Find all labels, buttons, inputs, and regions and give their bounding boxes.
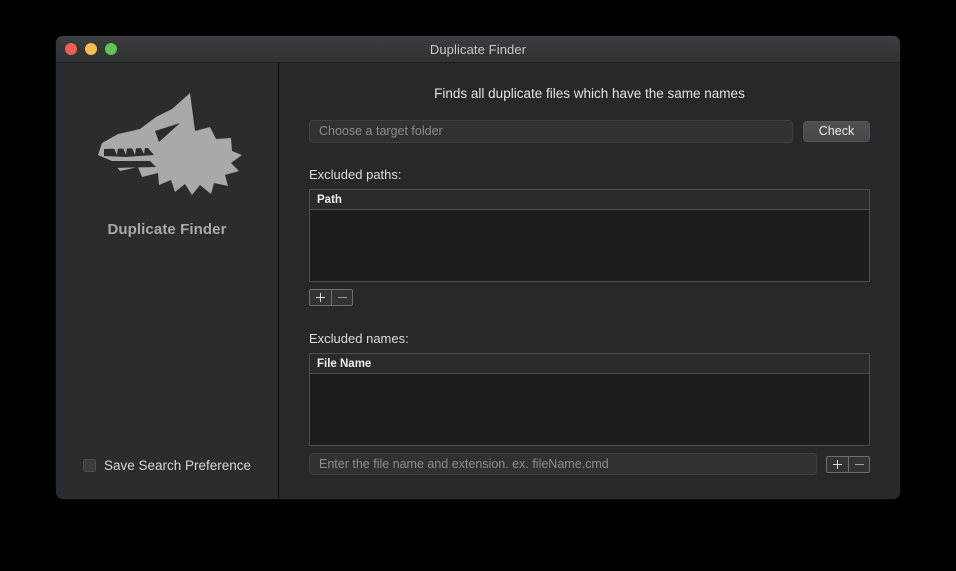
save-search-preference-checkbox[interactable] <box>83 459 96 472</box>
excluded-paths-label: Excluded paths: <box>309 167 870 182</box>
excluded-names-table-header: File Name <box>310 354 869 374</box>
wolf-head-icon <box>92 91 242 203</box>
maximize-window-button[interactable] <box>105 43 117 55</box>
app-logo <box>87 87 247 207</box>
excluded-name-entry-row <box>309 453 870 475</box>
excluded-paths-actions <box>309 289 870 307</box>
app-name-label: Duplicate Finder <box>107 221 226 238</box>
target-folder-row: Check <box>309 120 870 143</box>
main-panel: Finds all duplicate files which have the… <box>279 63 900 499</box>
plus-icon <box>833 460 842 469</box>
headline-text: Finds all duplicate files which have the… <box>309 86 870 101</box>
remove-excluded-name-button[interactable] <box>848 457 869 472</box>
excluded-name-input[interactable] <box>309 453 817 475</box>
close-window-button[interactable] <box>65 43 77 55</box>
excluded-paths-table-body[interactable] <box>310 210 869 281</box>
minimize-window-button[interactable] <box>85 43 97 55</box>
window-titlebar: Duplicate Finder <box>56 36 900 63</box>
sidebar: Duplicate Finder Save Search Preference <box>56 63 279 499</box>
plus-icon <box>316 293 325 302</box>
excluded-names-table[interactable]: File Name <box>309 353 870 446</box>
check-button[interactable]: Check <box>803 121 870 142</box>
minus-icon <box>855 460 864 469</box>
desktop-background: Duplicate Finder <box>0 0 956 571</box>
add-excluded-name-button[interactable] <box>827 457 848 472</box>
window-controls <box>65 36 117 62</box>
remove-excluded-path-button[interactable] <box>331 290 352 305</box>
save-search-preference-row[interactable]: Save Search Preference <box>83 458 251 473</box>
excluded-names-label: Excluded names: <box>309 331 870 346</box>
excluded-names-table-body[interactable] <box>310 374 869 445</box>
minus-icon <box>338 293 347 302</box>
excluded-paths-segmented-control <box>309 289 353 306</box>
window-body: Duplicate Finder Save Search Preference … <box>56 63 900 499</box>
add-excluded-path-button[interactable] <box>310 290 331 305</box>
target-folder-input[interactable] <box>309 120 793 143</box>
excluded-names-segmented-control <box>826 456 870 473</box>
excluded-paths-table[interactable]: Path <box>309 189 870 282</box>
column-header-path: Path <box>317 194 342 206</box>
column-header-file-name: File Name <box>317 358 371 370</box>
window-title: Duplicate Finder <box>430 42 526 57</box>
save-search-preference-label: Save Search Preference <box>104 458 251 473</box>
excluded-paths-table-header: Path <box>310 190 869 210</box>
app-window: Duplicate Finder <box>56 36 900 499</box>
